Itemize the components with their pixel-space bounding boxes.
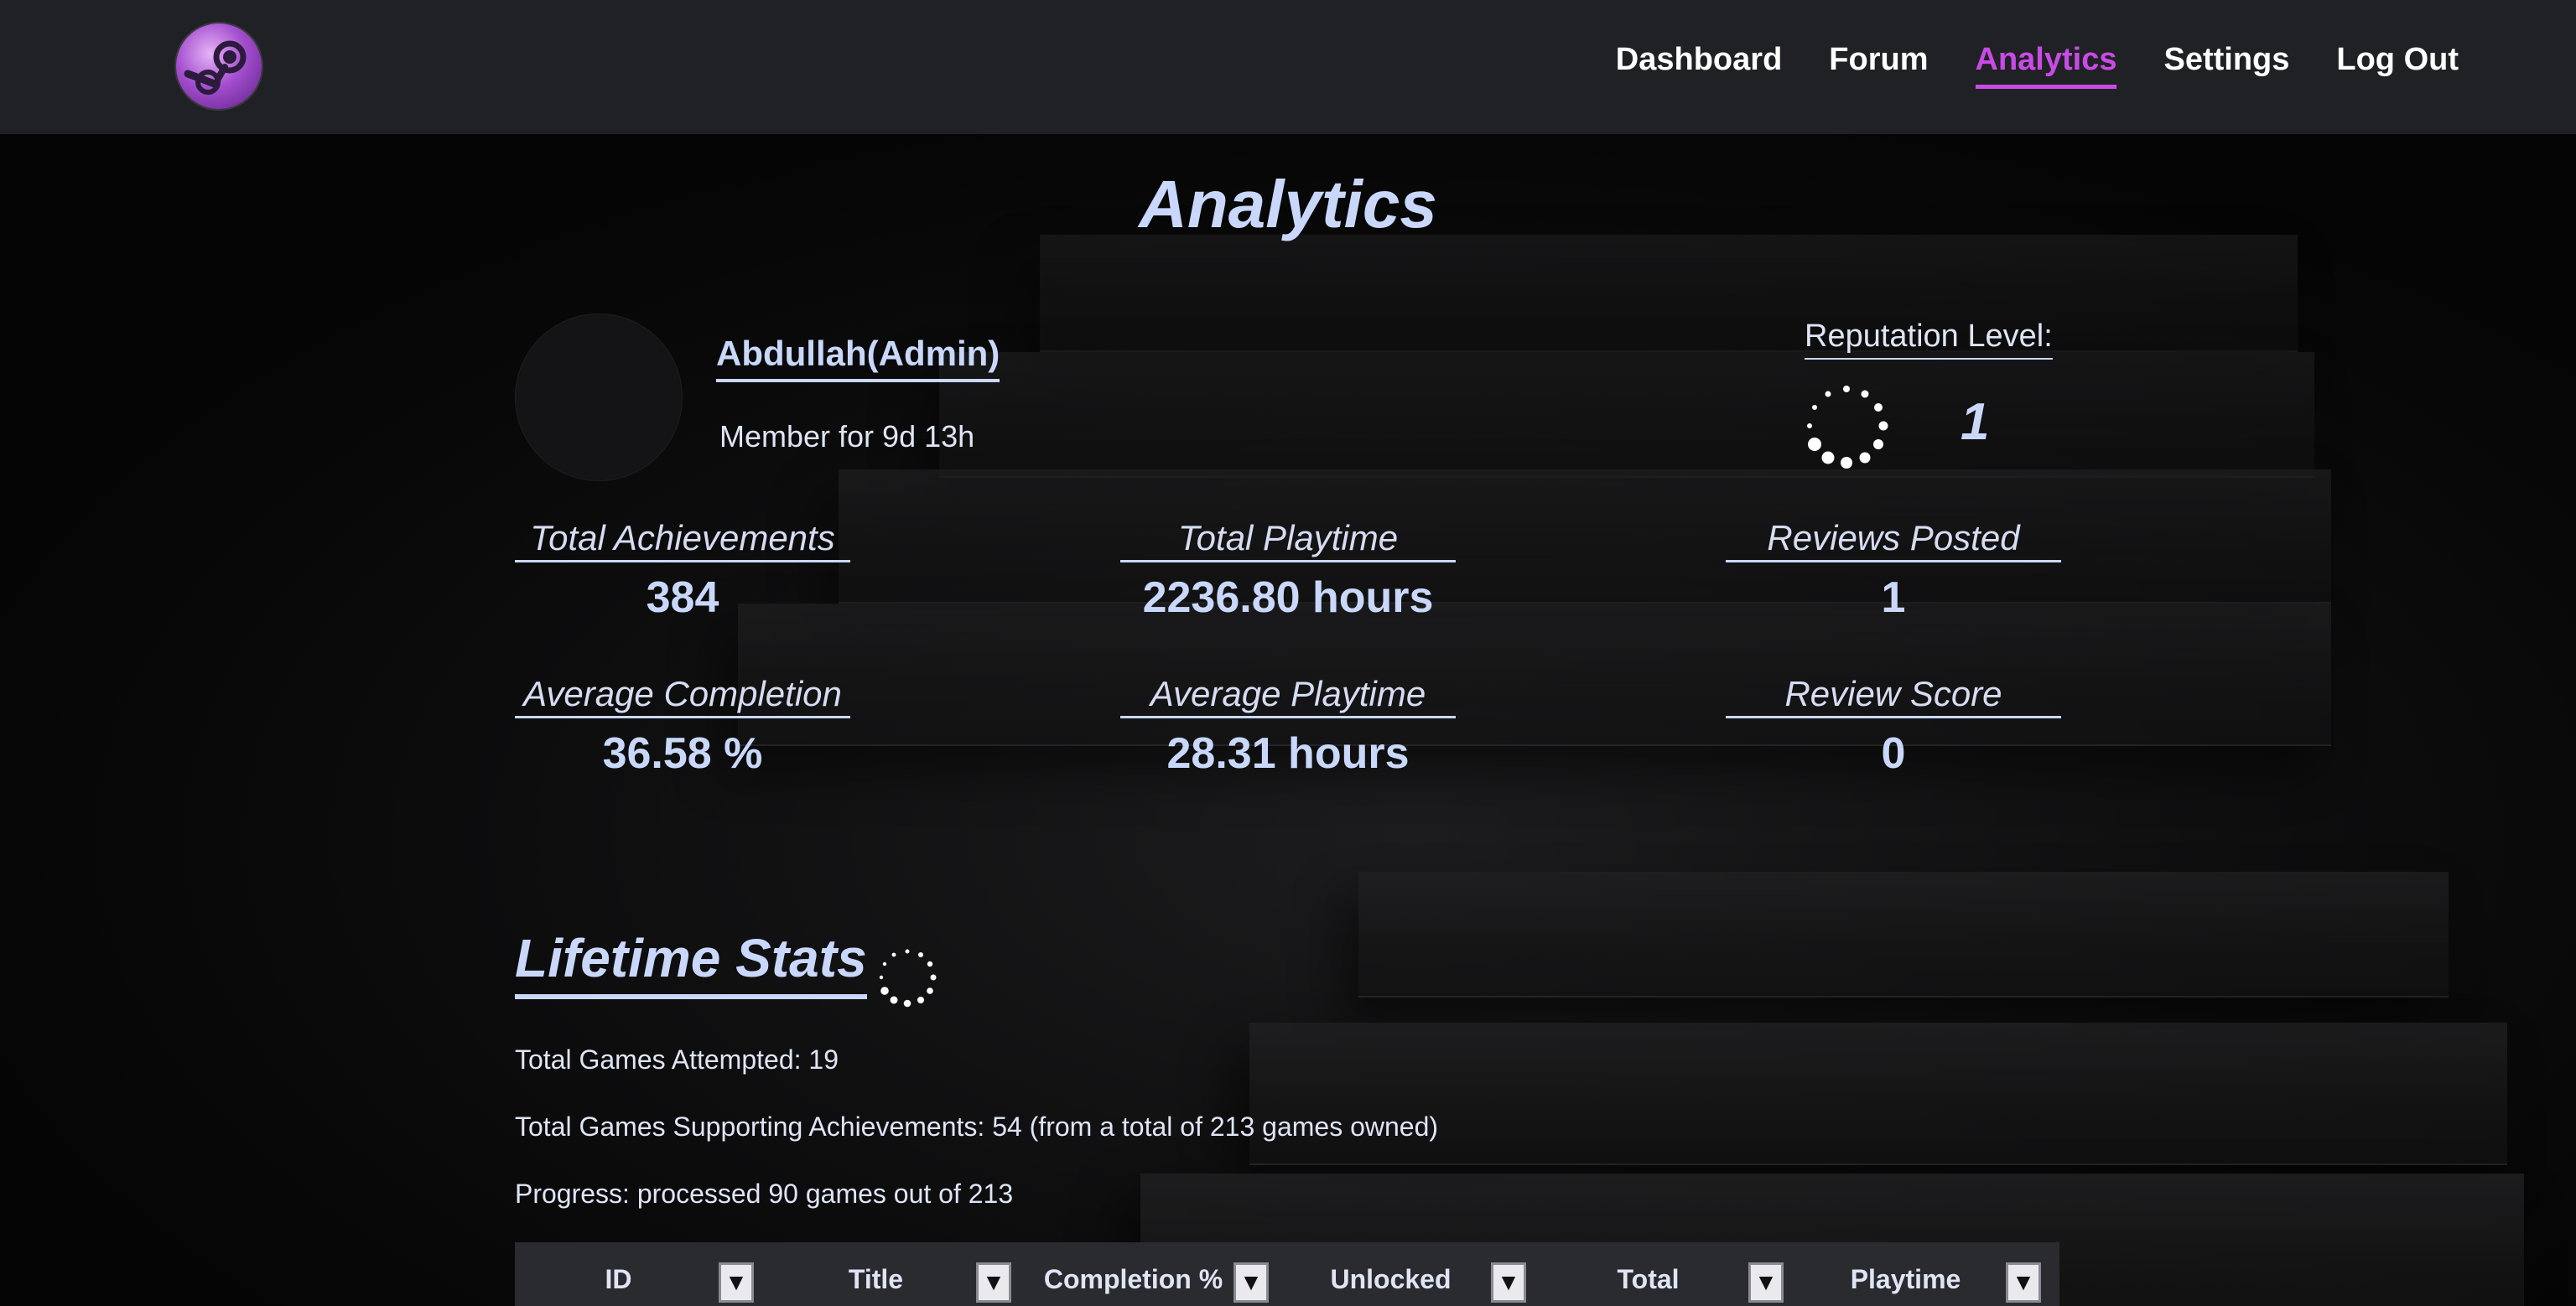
- stat-label: Average Playtime: [1120, 674, 1456, 718]
- column-label: ID: [605, 1264, 632, 1294]
- nav-forum[interactable]: Forum: [1829, 42, 1928, 89]
- sort-dropdown-icon[interactable]: ▼: [976, 1262, 1011, 1303]
- nav-dashboard[interactable]: Dashboard: [1616, 42, 1782, 89]
- nav-logout[interactable]: Log Out: [2336, 42, 2459, 89]
- column-header-title[interactable]: Title ▼: [772, 1242, 1030, 1306]
- nav-analytics[interactable]: Analytics: [1975, 42, 2117, 89]
- column-label: Completion %: [1043, 1264, 1223, 1294]
- main-content: Analytics Abdullah(Admin) Member for 9d …: [0, 0, 2576, 1306]
- column-label: Title: [848, 1264, 904, 1294]
- stat-label: Average Completion: [515, 674, 850, 718]
- stat-reviews-posted: Reviews Posted 1: [1726, 518, 2061, 623]
- column-label: Playtime: [1850, 1264, 1961, 1294]
- stat-value: 1: [1881, 573, 1906, 622]
- sort-dropdown-icon[interactable]: ▼: [1748, 1262, 1784, 1303]
- lifetime-stats-heading: Lifetime Stats: [515, 927, 867, 999]
- column-label: Total: [1617, 1264, 1680, 1294]
- column-header-completion[interactable]: Completion % ▼: [1030, 1242, 1287, 1306]
- reputation-value: 1: [1961, 393, 1990, 451]
- page-title: Analytics: [1139, 167, 1437, 241]
- column-header-id[interactable]: ID ▼: [515, 1242, 772, 1306]
- column-header-unlocked[interactable]: Unlocked ▼: [1287, 1242, 1545, 1306]
- stat-average-completion: Average Completion 36.58 %: [515, 674, 850, 779]
- stat-review-score: Review Score 0: [1726, 674, 2061, 779]
- stat-value: 36.58 %: [602, 729, 763, 778]
- stat-total-playtime: Total Playtime 2236.80 hours: [1120, 518, 1456, 623]
- avatar: [515, 314, 683, 481]
- stat-value: 2236.80 hours: [1142, 573, 1434, 622]
- column-label: Unlocked: [1330, 1264, 1452, 1294]
- nav-settings[interactable]: Settings: [2163, 42, 2289, 89]
- stat-value: 28.31 hours: [1166, 729, 1410, 778]
- stat-total-achievements: Total Achievements 384: [515, 518, 850, 623]
- stat-value: 384: [646, 573, 719, 622]
- sort-dropdown-icon[interactable]: ▼: [1491, 1262, 1526, 1303]
- reputation-spinner-icon: [1807, 386, 1888, 469]
- stat-value: 0: [1881, 729, 1906, 778]
- progress-text: Progress: processed 90 games out of 213: [515, 1179, 1014, 1209]
- column-header-total[interactable]: Total ▼: [1545, 1242, 1802, 1306]
- column-header-playtime[interactable]: Playtime ▼: [1802, 1242, 2059, 1306]
- sort-dropdown-icon[interactable]: ▼: [719, 1262, 754, 1303]
- stat-average-playtime: Average Playtime 28.31 hours: [1120, 674, 1456, 779]
- loading-spinner-icon: [879, 949, 937, 1008]
- games-attempted-text: Total Games Attempted: 19: [515, 1044, 839, 1075]
- member-duration: Member for 9d 13h: [719, 419, 975, 453]
- sort-dropdown-icon[interactable]: ▼: [1233, 1262, 1269, 1303]
- stat-label: Review Score: [1726, 674, 2061, 718]
- nav-links: Dashboard Forum Analytics Settings Log O…: [1616, 42, 2459, 89]
- stat-label: Total Playtime: [1120, 518, 1456, 562]
- username-link[interactable]: Abdullah(Admin): [716, 334, 1000, 382]
- stat-label: Total Achievements: [515, 518, 850, 562]
- stat-label: Reviews Posted: [1726, 518, 2061, 562]
- steam-logo-icon[interactable]: [176, 23, 262, 109]
- games-table-header: ID ▼ Title ▼ Completion % ▼ Unlocked ▼ T…: [515, 1242, 2059, 1306]
- sort-dropdown-icon[interactable]: ▼: [2006, 1262, 2041, 1303]
- top-nav: Dashboard Forum Analytics Settings Log O…: [0, 0, 2576, 134]
- games-supporting-text: Total Games Supporting Achievements: 54 …: [515, 1112, 1439, 1142]
- reputation-label: Reputation Level:: [1805, 319, 2053, 360]
